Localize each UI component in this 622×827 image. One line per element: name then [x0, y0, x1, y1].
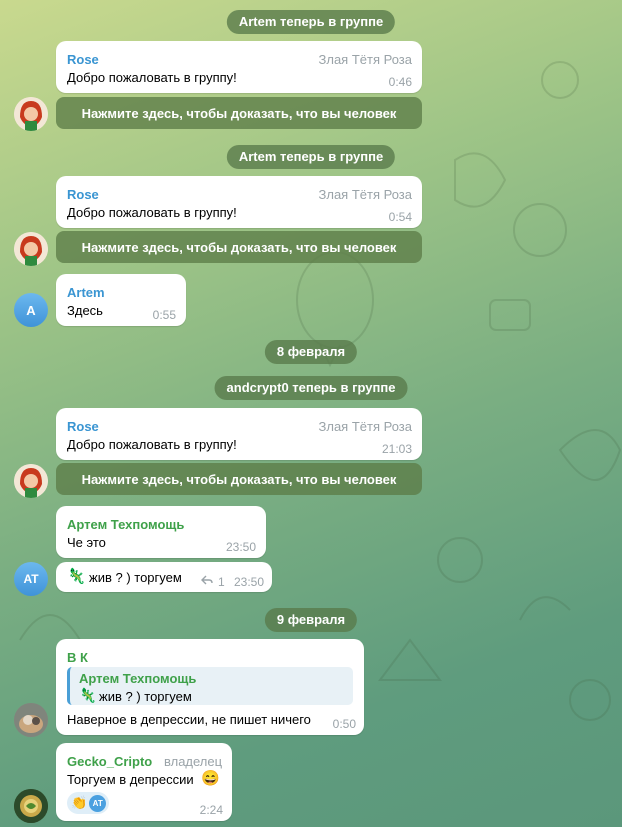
sender-name[interactable]: Gecko_Cripto	[67, 754, 152, 769]
avatar-artem[interactable]: A	[14, 293, 48, 327]
service-joined-message: Artem теперь в группе	[226, 145, 396, 169]
sender-name[interactable]: Rose	[67, 52, 99, 67]
avatar-vk[interactable]	[14, 703, 48, 737]
message-text: Добро пожаловать в группу!	[67, 437, 237, 452]
message-bubble-artem[interactable]: Artem Здесь 0:55	[56, 274, 186, 326]
lizard-emoji-icon: 🦎	[67, 568, 86, 585]
message-bubble-rose[interactable]: Rose Злая Тётя Роза Добро пожаловать в г…	[56, 41, 422, 93]
rose-avatar-icon	[14, 232, 48, 266]
message-time: 0:50	[332, 717, 356, 731]
rose-avatar-icon	[14, 464, 48, 498]
reaction-avatar: AT	[89, 794, 107, 812]
message-bubble-tech[interactable]: Артем Техпомощь Че это 23:50	[56, 506, 266, 558]
avatar-tech[interactable]: AT	[14, 562, 48, 596]
verify-human-button[interactable]: Нажмите здесь, чтобы доказать, что вы че…	[56, 97, 422, 129]
owner-badge: владелец	[164, 754, 223, 769]
sender-name[interactable]: Rose	[67, 187, 99, 202]
avatar-rose[interactable]	[14, 232, 48, 266]
replies-count[interactable]: 1	[218, 575, 225, 589]
message-text: Наверное в депрессии, не пишет ничего	[67, 712, 311, 727]
message-bubble-vk[interactable]: В К Артем Техпомощь 🦎 жив ? ) торгуем На…	[56, 639, 364, 735]
message-text: Че это	[67, 535, 106, 550]
message-time: 0:55	[152, 308, 176, 322]
verify-human-button[interactable]: Нажмите здесь, чтобы доказать, что вы че…	[56, 231, 422, 263]
message-bubble-rose[interactable]: Rose Злая Тётя Роза Добро пожаловать в г…	[56, 408, 422, 460]
message-text: Добро пожаловать в группу!	[67, 70, 237, 85]
cat-avatar-icon	[14, 703, 48, 737]
reply-quote[interactable]: Артем Техпомощь 🦎 жив ? ) торгуем	[67, 667, 353, 705]
message-time: 21:03	[381, 442, 412, 456]
date-separator: 9 февраля	[264, 608, 358, 632]
reply-arrow-icon[interactable]	[201, 575, 213, 585]
message-time: 0:54	[388, 210, 412, 224]
message-bubble-tech[interactable]: 🦎 жив ? ) торгуем 1 23:50	[56, 562, 272, 592]
admin-badge: Злая Тётя Роза	[318, 419, 412, 434]
message-bubble-rose[interactable]: Rose Злая Тётя Роза Добро пожаловать в г…	[56, 176, 422, 228]
admin-badge: Злая Тётя Роза	[318, 52, 412, 67]
date-separator: 8 февраля	[264, 340, 358, 364]
avatar-rose[interactable]	[14, 97, 48, 131]
quote-text: жив ? ) торгуем	[99, 689, 192, 704]
rose-avatar-icon	[14, 97, 48, 131]
service-joined-message: Artem теперь в группе	[226, 10, 396, 34]
message-text: жив ? ) торгуем	[89, 570, 182, 585]
lizard-emoji-icon: 🦎	[79, 687, 97, 703]
sender-name[interactable]: Артем Техпомощь	[67, 517, 184, 532]
service-joined-message: andcrypt0 теперь в группе	[214, 376, 408, 400]
verify-human-button[interactable]: Нажмите здесь, чтобы доказать, что вы че…	[56, 463, 422, 495]
gecko-avatar-icon	[14, 789, 48, 823]
message-time: 23:50	[233, 575, 264, 589]
message-time: 23:50	[225, 540, 256, 554]
message-text: Здесь	[67, 303, 103, 318]
avatar-gecko[interactable]	[14, 789, 48, 823]
message-text: Добро пожаловать в группу!	[67, 205, 237, 220]
reaction-pill[interactable]: 👏 AT	[67, 792, 109, 814]
quote-sender: Артем Техпомощь	[79, 671, 197, 686]
admin-badge: Злая Тётя Роза	[318, 187, 412, 202]
message-text: Торгуем в депрессии	[67, 772, 194, 787]
clap-emoji-icon: 👏	[71, 795, 88, 810]
avatar-rose[interactable]	[14, 464, 48, 498]
message-time: 0:46	[388, 75, 412, 89]
sender-name[interactable]: Artem	[67, 285, 105, 300]
message-bubble-gecko[interactable]: Gecko_Cripto владелец Торгуем в депресси…	[56, 743, 232, 821]
message-time: 2:24	[199, 803, 223, 817]
grin-emoji-icon: 😄	[201, 770, 220, 787]
sender-name[interactable]: Rose	[67, 419, 99, 434]
sender-name[interactable]: В К	[67, 650, 88, 665]
